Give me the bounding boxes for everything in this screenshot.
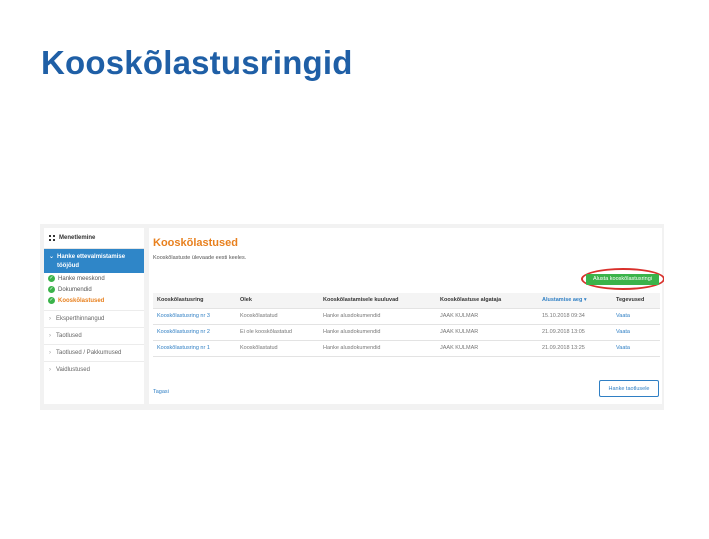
sidebar-subitem-label: Dokumendid bbox=[58, 286, 92, 293]
start-approval-round-button[interactable]: Alusta kooskõlastusringi bbox=[586, 274, 659, 285]
subject-cell: Hanke alusdokumendid bbox=[323, 313, 381, 319]
column-header[interactable]: Kooskõlastamisele kuuluvad bbox=[323, 293, 399, 308]
status-cell: Ei ole kooskõlastatud bbox=[240, 329, 292, 335]
sidebar-item-disputes[interactable]: › Vaidlustused bbox=[44, 361, 144, 378]
check-circle-icon: ✓ bbox=[48, 275, 55, 282]
table-row: Kooskõlastusring nr 2 Ei ole kooskõlasta… bbox=[153, 325, 660, 341]
table-header-row: Kooskõlastusring Olek Kooskõlastamisele … bbox=[153, 293, 660, 309]
sidebar-item-label: Eksperthinnangud bbox=[56, 316, 105, 322]
round-link[interactable]: Kooskõlastusring nr 3 bbox=[157, 309, 210, 324]
active-section-line-2: tööjõud bbox=[57, 263, 79, 269]
sidebar-subitem-label: Kooskõlastused bbox=[58, 297, 105, 304]
chevron-down-icon: ⌄ bbox=[49, 254, 55, 260]
sidebar-header-label: Menetlemine bbox=[59, 235, 96, 241]
sidebar-item-applications[interactable]: › Taotlused bbox=[44, 327, 144, 344]
sidebar-item-active-section[interactable]: ⌄ Hanke ettevalmistamise tööjõud bbox=[44, 249, 144, 273]
column-header: Tegevused bbox=[616, 297, 645, 303]
slide-title: Kooskõlastusringid bbox=[41, 44, 353, 81]
app-screenshot: Menetlemine ⌄ Hanke ettevalmistamise tööj… bbox=[40, 224, 664, 410]
sidebar-subitem-approvals[interactable]: ✓ Kooskõlastused bbox=[44, 295, 144, 306]
status-cell: Kooskõlastatud bbox=[240, 345, 278, 351]
column-header[interactable]: Kooskõlastusring bbox=[157, 293, 203, 308]
sidebar-subitem-documents[interactable]: ✓ Dokumendid bbox=[44, 284, 144, 295]
chevron-right-icon: › bbox=[49, 350, 51, 356]
page-description: Kooskõlastuste ülevaade eesti keeles. bbox=[153, 255, 247, 261]
check-circle-icon: ✓ bbox=[48, 286, 55, 293]
page-title: Kooskõlastused bbox=[153, 237, 238, 249]
column-header-sorted[interactable]: Alustamise aeg ▾ bbox=[542, 293, 587, 308]
grid-menu-icon bbox=[49, 235, 55, 241]
sidebar-item-label: Vaidlustused bbox=[56, 367, 90, 373]
to-procurement-application-button[interactable]: Hanke taotlusele bbox=[599, 380, 659, 397]
start-time-cell: 21.09.2018 13:25 bbox=[542, 345, 585, 351]
sidebar-header[interactable]: Menetlemine bbox=[44, 228, 144, 249]
sidebar-item-label: Taotlused / Pakkumused bbox=[56, 350, 122, 356]
chevron-right-icon: › bbox=[49, 316, 51, 322]
subject-cell: Hanke alusdokumendid bbox=[323, 345, 381, 351]
initiator-cell: JAAK KULMAR bbox=[440, 345, 479, 351]
table-row: Kooskõlastusring nr 1 Kooskõlastatud Han… bbox=[153, 341, 660, 357]
sidebar: Menetlemine ⌄ Hanke ettevalmistamise tööj… bbox=[44, 228, 144, 404]
back-link[interactable]: Tagasi bbox=[153, 389, 169, 395]
column-header[interactable]: Olek bbox=[240, 293, 252, 308]
start-time-cell: 15.10.2018 09:34 bbox=[542, 313, 585, 319]
subject-cell: Hanke alusdokumendid bbox=[323, 329, 381, 335]
check-circle-icon: ✓ bbox=[48, 297, 55, 304]
column-header[interactable]: Kooskõlastuse algataja bbox=[440, 293, 501, 308]
sidebar-item-bids[interactable]: › Taotlused / Pakkumused bbox=[44, 344, 144, 361]
initiator-cell: JAAK KULMAR bbox=[440, 329, 479, 335]
sidebar-subitem-team[interactable]: ✓ Hanke meeskond bbox=[44, 273, 144, 284]
initiator-cell: JAAK KULMAR bbox=[440, 313, 479, 319]
sidebar-subitem-label: Hanke meeskond bbox=[58, 275, 105, 282]
view-link[interactable]: Vaata bbox=[616, 309, 630, 324]
main-panel: Kooskõlastused Kooskõlastuste ülevaade e… bbox=[149, 228, 664, 404]
approvals-table: Kooskõlastusring Olek Kooskõlastamisele … bbox=[153, 293, 660, 357]
status-cell: Kooskõlastatud bbox=[240, 313, 278, 319]
sidebar-item-label: Taotlused bbox=[56, 333, 82, 339]
sidebar-item-expert-review[interactable]: › Eksperthinnangud bbox=[44, 310, 144, 327]
chevron-right-icon: › bbox=[49, 333, 51, 339]
view-link[interactable]: Vaata bbox=[616, 325, 630, 340]
table-row: Kooskõlastusring nr 3 Kooskõlastatud Han… bbox=[153, 309, 660, 325]
active-section-line-1: Hanke ettevalmistamise bbox=[57, 254, 126, 260]
start-time-cell: 21.09.2018 13:05 bbox=[542, 329, 585, 335]
round-link[interactable]: Kooskõlastusring nr 1 bbox=[157, 341, 210, 356]
round-link[interactable]: Kooskõlastusring nr 2 bbox=[157, 325, 210, 340]
view-link[interactable]: Vaata bbox=[616, 341, 630, 356]
chevron-right-icon: › bbox=[49, 367, 51, 373]
